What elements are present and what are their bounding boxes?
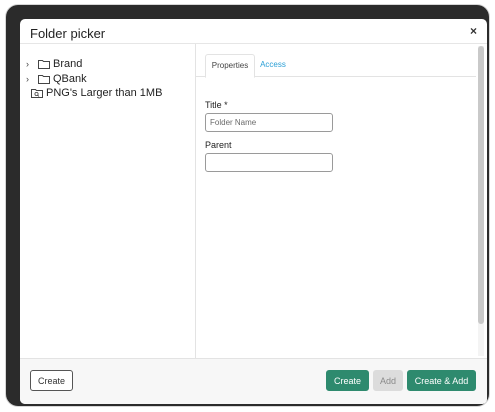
chevron-right-icon[interactable]: › [26,59,34,69]
parent-input[interactable] [205,153,333,172]
dialog-footer: Create Create Add Create & Add [20,358,487,404]
folder-icon [38,59,50,69]
tab-bar: Properties Access [196,44,476,78]
add-button[interactable]: Add [373,370,403,391]
tree-item-label: Brand [53,58,83,70]
tree-item-brand[interactable]: › Brand [26,57,82,71]
close-button[interactable]: × [470,25,477,37]
dialog-title: Folder picker [30,26,106,41]
folder-icon [38,74,50,84]
folder-picker-dialog: Folder picker × › Brand › QBank PNG's La… [20,19,487,404]
title-label: Title * [205,100,228,110]
create-button[interactable]: Create [326,370,369,391]
tree-item-label: PNG's Larger than 1MB [46,87,163,99]
tree-item-label: QBank [53,73,87,85]
smart-folder-icon [31,88,43,98]
scrollbar-thumb[interactable] [478,46,484,324]
tree-item-pngs-larger[interactable]: PNG's Larger than 1MB [31,86,162,100]
create-outline-button[interactable]: Create [30,370,73,391]
tab-properties[interactable]: Properties [205,54,255,78]
title-input[interactable] [205,113,333,132]
folder-tree: › Brand › QBank PNG's Larger than 1MB [20,44,196,358]
chevron-right-icon[interactable]: › [26,74,34,84]
window-frame: Folder picker × › Brand › QBank PNG's La… [6,5,489,406]
dialog-header: Folder picker × [20,19,487,44]
tree-item-qbank[interactable]: › QBank [26,72,87,86]
create-and-add-button[interactable]: Create & Add [407,370,476,391]
properties-pane: Properties Access Title * Parent [196,44,487,358]
parent-label: Parent [205,140,232,150]
scrollbar[interactable] [478,46,484,356]
tab-access[interactable]: Access [259,54,287,76]
